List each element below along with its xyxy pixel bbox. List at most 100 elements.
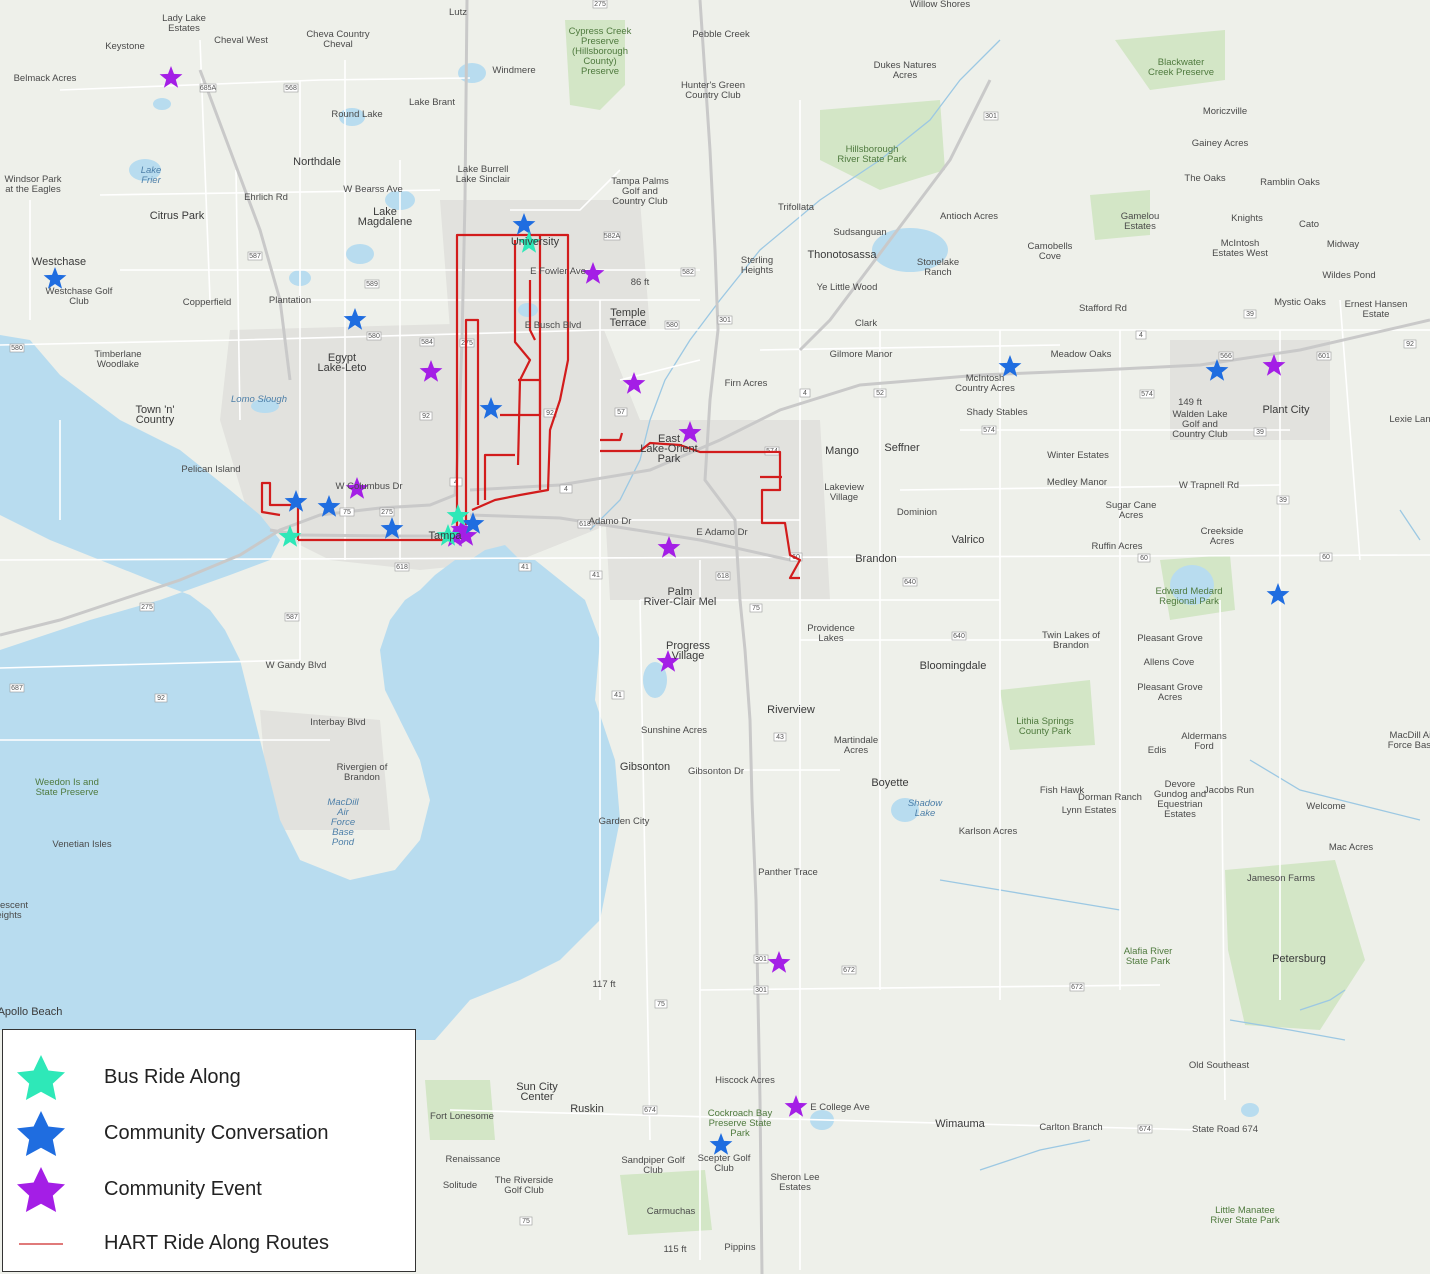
place-label: Edis — [1147, 745, 1167, 756]
svg-text:301: 301 — [719, 317, 731, 324]
place-label: Gamelou Estates — [1120, 211, 1160, 232]
place-label: Trifollata — [777, 202, 815, 213]
star-icon — [17, 1111, 65, 1156]
place-label: Blackwater Creek Preserve — [1148, 57, 1214, 78]
place-label: Dominion — [896, 507, 938, 518]
place-label: Fort Lonesome — [430, 1111, 494, 1122]
place-label: Meadow Oaks — [1050, 349, 1112, 360]
place-label: Belmack Acres — [13, 73, 77, 84]
svg-text:4: 4 — [564, 486, 568, 493]
legend-item-bus-ride-along: Bus Ride Along — [3, 1052, 413, 1102]
place-label: Edward Medard Regional Park — [1155, 586, 1223, 607]
svg-text:582: 582 — [682, 269, 694, 276]
place-label: Renaissance — [445, 1154, 501, 1165]
place-label: Gilmore Manor — [829, 349, 893, 360]
place-label: Lake Frier — [140, 165, 162, 186]
svg-text:301: 301 — [985, 113, 997, 120]
svg-text:587: 587 — [249, 253, 261, 260]
svg-text:41: 41 — [614, 692, 622, 699]
place-label: Keystone — [105, 41, 145, 52]
place-label: Hunter's Green Country Club — [680, 80, 746, 101]
place-label: Adamo Dr — [588, 516, 632, 527]
place-label: Solitude — [442, 1180, 478, 1191]
place-label: Westchase — [31, 256, 87, 268]
svg-text:75: 75 — [522, 1218, 530, 1225]
place-label: Carmuchas — [646, 1206, 696, 1217]
place-label: Walden Lake Golf and Country Club — [1172, 409, 1228, 440]
place-label: Mango — [825, 445, 859, 457]
svg-text:60: 60 — [1140, 555, 1148, 562]
svg-text:43: 43 — [776, 734, 784, 741]
place-label: Thonotosassa — [807, 249, 877, 261]
place-label: E Adamo Dr — [696, 527, 748, 538]
place-label: E Fowler Ave — [530, 266, 586, 277]
place-label: Copperfield — [182, 297, 232, 308]
place-label: E Busch Blvd — [524, 320, 582, 331]
place-label: Seffner — [884, 442, 920, 454]
place-label: Sugar Cane Acres — [1105, 500, 1157, 521]
place-label: Little Manatee River State Park — [1210, 1205, 1280, 1226]
place-label: W Trapnell Rd — [1178, 480, 1240, 491]
place-label: Wildes Pond — [1322, 270, 1376, 281]
svg-text:301: 301 — [755, 987, 767, 994]
place-label: Stafford Rd — [1079, 303, 1127, 314]
place-label: W Gandy Blvd — [265, 660, 327, 671]
svg-text:568: 568 — [285, 85, 297, 92]
place-label: Ruffin Acres — [1091, 541, 1143, 552]
place-label: 115 ft — [663, 1244, 687, 1255]
svg-text:672: 672 — [843, 967, 855, 974]
place-label: Tampa Palms Golf and Country Club — [611, 176, 669, 207]
place-label: Lakeview Village — [824, 482, 864, 503]
line-icon — [19, 1243, 63, 1245]
place-label: Lynn Estates — [1061, 805, 1117, 816]
place-label: W Bearss Ave — [343, 184, 403, 195]
place-label: Dukes Natures Acres — [873, 60, 937, 81]
place-label: Bloomingdale — [919, 660, 987, 672]
svg-text:687: 687 — [11, 685, 23, 692]
svg-text:39: 39 — [1246, 311, 1254, 318]
place-label: Cypress Creek Preserve (Hillsborough County… — [568, 26, 632, 77]
place-label: Venetian Isles — [52, 839, 112, 850]
place-label: Pleasant Grove — [1137, 633, 1203, 644]
place-label: Old Southeast — [1188, 1060, 1250, 1071]
place-label: State Road 674 — [1191, 1124, 1259, 1135]
svg-text:301: 301 — [755, 956, 767, 963]
place-label: Shadow Lake — [907, 798, 943, 819]
svg-text:4: 4 — [1139, 332, 1143, 339]
svg-text:275: 275 — [594, 1, 606, 8]
svg-text:601: 601 — [1318, 353, 1330, 360]
svg-text:57: 57 — [617, 409, 625, 416]
place-label: Gibsonton Dr — [688, 766, 744, 777]
svg-text:566: 566 — [1220, 353, 1232, 360]
legend-label: Community Event — [104, 1178, 262, 1200]
legend-label: Community Conversation — [104, 1122, 329, 1144]
place-label: Panther Trace — [758, 867, 818, 878]
place-label: 86 ft — [630, 277, 650, 288]
svg-text:92: 92 — [157, 695, 165, 702]
place-label: Cato — [1298, 219, 1320, 230]
place-label: Tampa — [428, 530, 462, 542]
place-label: Antioch Acres — [939, 211, 999, 222]
place-label: Sudsanguan — [833, 227, 887, 238]
star-icon — [17, 1167, 65, 1212]
place-label: Sterling Heights — [740, 255, 774, 276]
park-area — [620, 1170, 712, 1235]
place-label: Jacobs Run — [1203, 785, 1255, 796]
legend-item-community-event: Community Event — [3, 1164, 413, 1214]
svg-text:574: 574 — [983, 427, 995, 434]
place-label: Welcome — [1306, 801, 1346, 812]
urban-area — [600, 420, 830, 600]
place-label: Scepter Golf Club — [697, 1153, 751, 1174]
lake — [346, 244, 374, 264]
svg-text:75: 75 — [752, 605, 760, 612]
place-label: Jameson Farms — [1246, 873, 1316, 884]
place-label: 149 ft — [1178, 397, 1202, 408]
place-label: Egypt Lake-Leto — [317, 352, 367, 374]
svg-text:39: 39 — [1256, 429, 1264, 436]
map-canvas[interactable]: 275 685A 568 301 587 589 582A 582 580 58… — [0, 0, 1430, 1274]
svg-text:640: 640 — [953, 633, 965, 640]
place-label: Brandon — [855, 553, 897, 565]
place-label: Pleasant Grove Acres — [1137, 682, 1203, 703]
place-label: Sheron Lee Estates — [770, 1172, 820, 1193]
place-label: Aldermans Ford — [1181, 731, 1227, 752]
